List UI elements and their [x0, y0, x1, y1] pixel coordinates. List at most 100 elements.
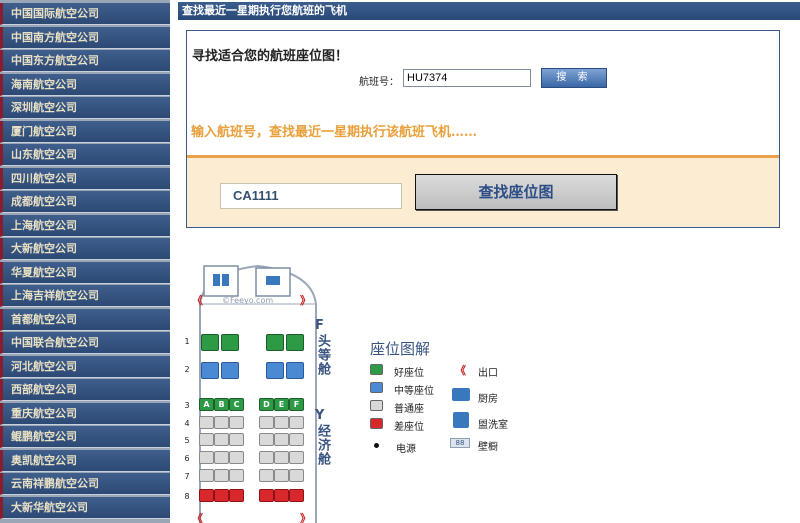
- sidebar-item[interactable]: 中国联合航空公司: [0, 332, 170, 354]
- economy-seat[interactable]: [199, 451, 214, 464]
- mid-seat-swatch: [370, 382, 383, 393]
- first-class-label: 头等舱: [315, 334, 330, 376]
- normal-seat-swatch: [370, 400, 383, 411]
- find-seatmap-button[interactable]: 查找座位图: [415, 174, 617, 210]
- first-class-seat[interactable]: [201, 334, 219, 351]
- sidebar-item[interactable]: 鲲鹏航空公司: [0, 426, 170, 448]
- exit-arrow-icon: 《: [455, 364, 466, 377]
- sidebar-item[interactable]: 山东航空公司: [0, 144, 170, 166]
- row-number: 8: [184, 492, 190, 501]
- sidebar-item[interactable]: 中国南方航空公司: [0, 26, 170, 49]
- economy-seat[interactable]: [289, 416, 304, 429]
- economy-seat[interactable]: [229, 469, 244, 482]
- sidebar-item[interactable]: 中国东方航空公司: [0, 50, 170, 72]
- sidebar-item[interactable]: 西部航空公司: [0, 379, 170, 401]
- first-class-seat[interactable]: [221, 334, 239, 351]
- row-number: 6: [184, 454, 190, 463]
- first-class-seat[interactable]: [266, 334, 284, 351]
- sidebar-item[interactable]: 上海吉祥航空公司: [0, 285, 170, 307]
- economy-seat[interactable]: [229, 489, 244, 502]
- first-class-seat[interactable]: [266, 362, 284, 379]
- good-seat-swatch: [370, 364, 383, 375]
- economy-seat[interactable]: [274, 416, 289, 429]
- search-heading: 寻找适合您的航班座位图！: [192, 49, 349, 64]
- row-number: 7: [184, 472, 190, 481]
- economy-seat[interactable]: [259, 451, 274, 464]
- flight-number-input[interactable]: [403, 69, 531, 87]
- economy-seat[interactable]: [229, 451, 244, 464]
- economy-seat[interactable]: [289, 469, 304, 482]
- economy-seat[interactable]: [259, 416, 274, 429]
- bad-seat-swatch: [370, 418, 383, 429]
- row-number: 3: [184, 401, 190, 410]
- search-hint: 输入航班号，查找最近一星期执行该航班飞机……: [191, 125, 478, 140]
- lavatory-box: [203, 265, 239, 297]
- economy-seat[interactable]: [289, 433, 304, 446]
- galley-icon: [266, 276, 280, 285]
- galley-icon: [452, 388, 470, 401]
- seat-letter: E: [278, 400, 285, 409]
- economy-seat[interactable]: [199, 433, 214, 446]
- first-class-seat[interactable]: [286, 334, 304, 351]
- airline-sidebar: 中国国际航空公司 中国南方航空公司 中国东方航空公司 海南航空公司 深圳航空公司 厦门航空…: [0, 0, 170, 523]
- sidebar-item[interactable]: 大新华航空公司: [0, 496, 170, 519]
- lavatory-icon: [453, 412, 469, 428]
- legend-power: 电源: [396, 444, 416, 455]
- sidebar-item[interactable]: 厦门航空公司: [0, 120, 170, 143]
- sidebar-item[interactable]: 海南航空公司: [0, 73, 170, 96]
- economy-seat[interactable]: [199, 416, 214, 429]
- sidebar-item[interactable]: 云南祥鹏航空公司: [0, 473, 170, 495]
- economy-seat[interactable]: [274, 433, 289, 446]
- economy-seat[interactable]: [259, 469, 274, 482]
- search-panel: 寻找适合您的航班座位图！ 航班号： 搜 索 输入航班号，查找最近一星期执行该航班…: [186, 30, 780, 228]
- economy-seat[interactable]: [274, 469, 289, 482]
- sidebar-item[interactable]: 奥凯航空公司: [0, 449, 170, 472]
- sidebar-item[interactable]: 大新航空公司: [0, 238, 170, 260]
- economy-seat[interactable]: [199, 489, 214, 502]
- exit-arrow-icon: 《: [192, 294, 203, 307]
- flight-code-field[interactable]: CA1111: [220, 183, 402, 209]
- economy-seat[interactable]: [259, 489, 274, 502]
- economy-letter: Y: [315, 408, 325, 423]
- row-number: 4: [184, 419, 190, 428]
- economy-seat[interactable]: [274, 489, 289, 502]
- row-number: 5: [184, 436, 190, 445]
- sidebar-item[interactable]: 深圳航空公司: [0, 97, 170, 119]
- legend-bad: 差座位: [394, 422, 424, 433]
- seat-letter: D: [263, 400, 270, 409]
- sidebar-item[interactable]: 四川航空公司: [0, 167, 170, 190]
- sidebar-item[interactable]: 中国国际航空公司: [0, 3, 170, 25]
- legend-exit: 出口: [478, 368, 498, 379]
- legend-lavatory: 盥洗室: [478, 420, 508, 431]
- power-dot-icon: [374, 443, 379, 448]
- seat-letter: A: [203, 400, 210, 409]
- sidebar-item[interactable]: 成都航空公司: [0, 191, 170, 213]
- sidebar-item[interactable]: 河北航空公司: [0, 355, 170, 378]
- search-button[interactable]: 搜 索: [541, 68, 607, 88]
- seat-letter: B: [218, 400, 225, 409]
- legend-mid: 中等座位: [394, 386, 434, 397]
- economy-seat[interactable]: [259, 433, 274, 446]
- economy-seat[interactable]: [274, 451, 289, 464]
- first-class-seat[interactable]: [201, 362, 219, 379]
- economy-seat[interactable]: [289, 489, 304, 502]
- first-class-letter: F: [315, 318, 324, 333]
- economy-seat[interactable]: [214, 469, 229, 482]
- economy-seat[interactable]: [229, 416, 244, 429]
- seat-letter: F: [293, 400, 300, 409]
- sidebar-item[interactable]: 重庆航空公司: [0, 402, 170, 425]
- economy-seat[interactable]: [214, 451, 229, 464]
- sidebar-item[interactable]: 首都航空公司: [0, 308, 170, 331]
- first-class-seat[interactable]: [221, 362, 239, 379]
- first-class-seat[interactable]: [286, 362, 304, 379]
- economy-seat[interactable]: [214, 416, 229, 429]
- economy-seat[interactable]: [214, 489, 229, 502]
- economy-seat[interactable]: [199, 469, 214, 482]
- economy-seat[interactable]: [214, 433, 229, 446]
- closet-icon: 88: [450, 438, 470, 448]
- economy-seat[interactable]: [289, 451, 304, 464]
- economy-seat[interactable]: [229, 433, 244, 446]
- sidebar-item[interactable]: 华夏航空公司: [0, 261, 170, 284]
- sidebar-item[interactable]: 上海航空公司: [0, 214, 170, 237]
- legend-galley: 厨房: [478, 394, 498, 405]
